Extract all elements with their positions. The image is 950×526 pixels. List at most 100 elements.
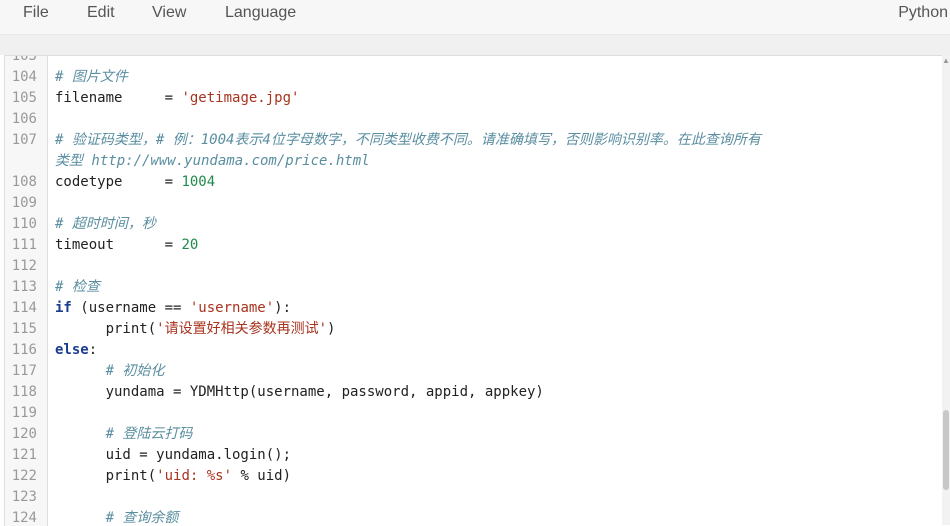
code-line[interactable]: 119	[5, 403, 945, 424]
line-number: 107	[11, 132, 37, 148]
scroll-thumb[interactable]	[943, 410, 949, 490]
line-text: else:	[55, 340, 97, 361]
code-token: # 超时时间，秒	[55, 216, 156, 232]
code-token: :	[88, 342, 98, 358]
line-number: 110	[11, 216, 37, 232]
line-number: 108	[11, 174, 37, 190]
line-number: 123	[11, 489, 37, 505]
code-line[interactable]: 111 timeout = 20	[5, 235, 945, 256]
line-number: 109	[11, 195, 37, 211]
line-number: 106	[11, 111, 37, 127]
code-token: # 检查	[55, 279, 100, 295]
toolbar-gap	[0, 35, 950, 55]
line-text: # 查询余额	[55, 508, 179, 526]
code-line[interactable]: 类型 http://www.yundama.com/price.html	[5, 151, 945, 172]
line-text: filename = 'getimage.jpg'	[55, 88, 299, 109]
code-token: ):	[274, 300, 292, 316]
line-text: timeout = 20	[55, 235, 198, 256]
language-mode-indicator[interactable]: Python	[898, 4, 948, 22]
line-number: 118	[11, 384, 37, 400]
line-text: # 超时时间，秒	[55, 214, 156, 235]
code-line[interactable]: 110 # 超时时间，秒	[5, 214, 945, 235]
line-number: 105	[11, 90, 37, 106]
code-token: # 初始化	[105, 363, 165, 379]
line-text: if (username == 'username'):	[55, 298, 291, 319]
code-line[interactable]: 106	[5, 109, 945, 130]
code-token: '请设置好相关参数再测试'	[156, 321, 328, 337]
code-token: filename =	[55, 90, 182, 106]
code-line[interactable]: 108 codetype = 1004	[5, 172, 945, 193]
code-token: 'getimage.jpg'	[181, 90, 300, 106]
code-line[interactable]: 105 filename = 'getimage.jpg'	[5, 88, 945, 109]
code-token: print(	[55, 468, 157, 484]
menu-file[interactable]: File	[23, 4, 49, 22]
line-text: print('请设置好相关参数再测试')	[55, 319, 336, 340]
line-number: 104	[11, 69, 37, 85]
menu-view[interactable]: View	[152, 4, 186, 22]
code-token: # 查询余额	[105, 510, 179, 526]
line-number: 121	[11, 447, 37, 463]
line-number: 103	[11, 55, 37, 64]
line-number: 124	[11, 510, 37, 526]
code-line[interactable]: 109	[5, 193, 945, 214]
code-token: print(	[55, 321, 157, 337]
line-text: # 检查	[55, 277, 100, 298]
scroll-up-arrow-icon[interactable]: ▲	[942, 55, 950, 67]
code-editor[interactable]: 103 104 # 图片文件 105 filename = 'getimage.jpg'…	[4, 55, 950, 526]
code-line[interactable]: 107 # 验证码类型，# 例：1004表示4位字母数字，不同类型收费不同。请准确…	[5, 130, 945, 151]
line-number: 122	[11, 468, 37, 484]
menu-edit[interactable]: Edit	[87, 4, 115, 22]
code-line[interactable]: 122 print('uid: %s' % uid)	[5, 466, 945, 487]
code-token: # 图片文件	[55, 69, 128, 85]
code-line[interactable]: 118 yundama = YDMHttp(username, password…	[5, 382, 945, 403]
code-token: if	[55, 300, 72, 316]
line-text: 类型 http://www.yundama.com/price.html	[55, 151, 370, 172]
code-line[interactable]: 124 # 查询余额	[5, 508, 945, 526]
line-number: 113	[11, 279, 37, 295]
code-token: else	[55, 342, 89, 358]
code-line[interactable]: 104 # 图片文件	[5, 67, 945, 88]
code-token: )	[327, 321, 336, 337]
code-token: 1004	[181, 174, 216, 190]
line-text: # 验证码类型，# 例：1004表示4位字母数字，不同类型收费不同。请准确填写，…	[55, 130, 761, 151]
line-text: codetype = 1004	[55, 172, 215, 193]
line-number: 111	[11, 237, 37, 253]
code-line[interactable]: 112	[5, 256, 945, 277]
code-line[interactable]: 116 else:	[5, 340, 945, 361]
code-token: 'username'	[189, 300, 275, 316]
menu-language[interactable]: Language	[225, 4, 296, 22]
code-token: yundama = YDMHttp(username, password, ap…	[55, 384, 544, 400]
code-line[interactable]: 120 # 登陆云打码	[5, 424, 945, 445]
line-text: print('uid: %s' % uid)	[55, 466, 291, 487]
code-line[interactable]: 117 # 初始化	[5, 361, 945, 382]
line-number: 114	[11, 300, 37, 316]
code-token: # 验证码类型，# 例：1004表示4位字母数字，不同类型收费不同。请准确填写，…	[55, 132, 761, 148]
code-line[interactable]: 123	[5, 487, 945, 508]
code-token: % uid)	[232, 468, 292, 484]
code-line[interactable]: 103	[5, 55, 945, 67]
menu-bar: File Edit View Language Python	[0, 0, 950, 35]
line-number: 120	[11, 426, 37, 442]
code-line[interactable]: 114 if (username == 'username'):	[5, 298, 945, 319]
line-number: 115	[11, 321, 37, 337]
line-number: 116	[11, 342, 37, 358]
code-token: 类型 http://www.yundama.com/price.html	[55, 153, 370, 169]
line-number: 112	[11, 258, 37, 274]
code-line[interactable]: 115 print('请设置好相关参数再测试')	[5, 319, 945, 340]
line-text: # 初始化	[55, 361, 165, 382]
code-token: # 登陆云打码	[105, 426, 193, 442]
code-token: codetype =	[55, 174, 182, 190]
line-number: 119	[11, 405, 37, 421]
code-line[interactable]: 113 # 检查	[5, 277, 945, 298]
line-text: uid = yundama.login();	[55, 445, 291, 466]
line-text: # 登陆云打码	[55, 424, 193, 445]
code-token: uid = yundama.login();	[55, 447, 292, 463]
code-line[interactable]: 121 uid = yundama.login();	[5, 445, 945, 466]
code-area[interactable]: 103 104 # 图片文件 105 filename = 'getimage.jpg'…	[5, 56, 945, 526]
vertical-scrollbar[interactable]: ▲	[942, 55, 950, 525]
line-text: yundama = YDMHttp(username, password, ap…	[55, 382, 544, 403]
code-token: 'uid: %s'	[156, 468, 233, 484]
